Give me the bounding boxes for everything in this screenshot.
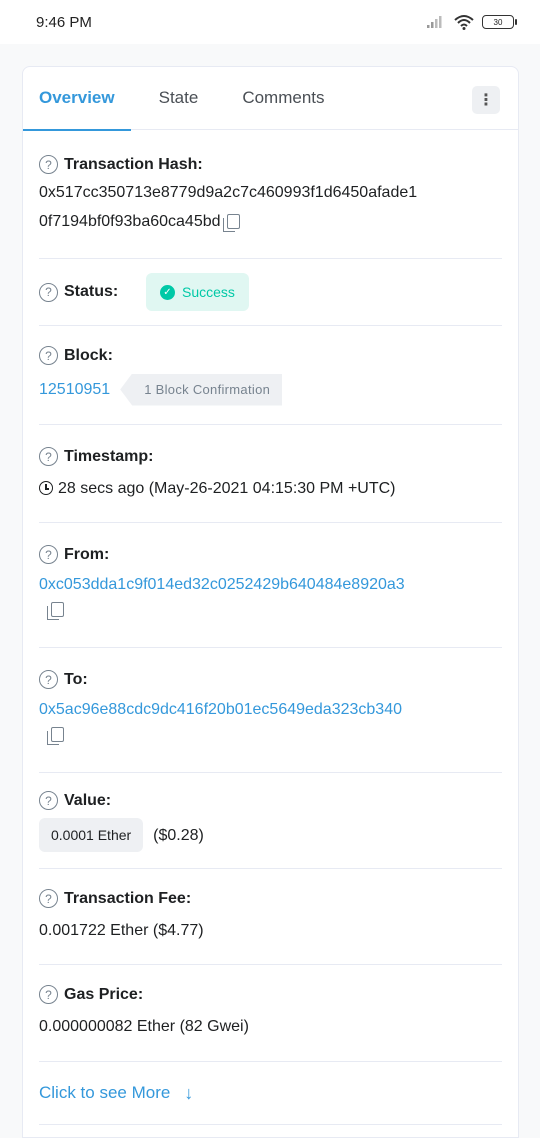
help-icon[interactable]: ? — [39, 670, 58, 689]
label-text: Value: — [64, 791, 112, 809]
copy-icon[interactable] — [47, 602, 64, 621]
tab-bar: Overview State Comments ⋮ — [23, 67, 518, 131]
row-gas-price: ? Gas Price: 0.000000082 Ether (82 Gwei) — [39, 965, 502, 1062]
help-icon[interactable]: ? — [39, 791, 58, 810]
status-badge: ✓ Success — [146, 273, 249, 311]
timestamp-value: 28 secs ago (May-26-2021 04:15:30 PM +UT… — [39, 472, 502, 505]
row-timestamp: ? Timestamp: 28 secs ago (May-26-2021 04… — [39, 425, 502, 523]
row-from: ? From: 0xc053dda1c9f014ed32c0252429b640… — [39, 523, 502, 648]
value-usd: ($0.28) — [153, 826, 204, 844]
tab-overview[interactable]: Overview — [23, 67, 131, 131]
battery-icon: 30 — [482, 15, 517, 29]
label-status: ? Status: — [39, 282, 146, 302]
row-to: ? To: 0x5ac96e88cdc9dc416f20b01ec5649eda… — [39, 648, 502, 773]
block-confirmation-badge: 1 Block Confirmation — [120, 373, 283, 406]
label-text: Status: — [64, 283, 119, 300]
label-transaction-hash: ? Transaction Hash: — [39, 155, 502, 174]
help-icon[interactable]: ? — [39, 155, 58, 174]
check-circle-icon: ✓ — [160, 284, 175, 300]
row-see-more: Click to see More ↓ — [39, 1062, 502, 1125]
row-transaction-hash: ? Transaction Hash: 0x517cc350713e8779d9… — [39, 130, 502, 259]
hash-line-2: 0f7194bf0f93ba60ca45bd — [39, 213, 221, 230]
copy-icon[interactable] — [222, 214, 240, 233]
gas-price-value: 0.000000082 Ether (82 Gwei) — [39, 1018, 249, 1035]
help-icon[interactable]: ? — [39, 545, 58, 564]
see-more-text: Click to see More — [39, 1083, 171, 1102]
battery-level: 30 — [493, 17, 503, 27]
help-icon[interactable]: ? — [39, 282, 58, 302]
label-gas-price: ? Gas Price: — [39, 985, 502, 1004]
row-transaction-fee: ? Transaction Fee: 0.001722 Ether ($4.77… — [39, 869, 502, 965]
arrow-down-icon: ↓ — [184, 1082, 194, 1103]
row-block: ? Block: 12510951 1 Block Confirmation — [39, 326, 502, 425]
status-text: Success — [182, 284, 235, 300]
label-to: ? To: — [39, 670, 502, 689]
copy-icon[interactable] — [47, 727, 64, 746]
transaction-fee-value: 0.001722 Ether ($4.77) — [39, 922, 204, 939]
from-address-link[interactable]: 0xc053dda1c9f014ed32c0252429b640484e8920… — [39, 568, 502, 601]
label-text: Timestamp: — [64, 447, 154, 465]
transaction-card: Overview State Comments ⋮ ? Transaction … — [22, 66, 519, 1138]
clock-icon — [39, 481, 53, 495]
row-value: ? Value: 0.0001 Ether ($0.28) — [39, 773, 502, 869]
status-bar: 9:46 PM 30 — [0, 0, 540, 44]
transaction-details: ? Transaction Hash: 0x517cc350713e8779d9… — [23, 130, 518, 1125]
row-status: ? Status: ✓ Success — [39, 259, 502, 326]
block-number-link[interactable]: 12510951 — [39, 373, 110, 406]
label-timestamp: ? Timestamp: — [39, 447, 502, 466]
clock-time: 9:46 PM — [36, 13, 92, 31]
label-text: To: — [64, 670, 88, 688]
label-block: ? Block: — [39, 346, 502, 365]
label-text: From: — [64, 545, 110, 563]
to-address-link[interactable]: 0x5ac96e88cdc9dc416f20b01ec5649eda323cb3… — [39, 693, 502, 726]
more-options-button[interactable]: ⋮ — [472, 86, 500, 114]
label-text: Transaction Fee: — [64, 889, 192, 907]
help-icon[interactable]: ? — [39, 447, 58, 466]
tab-comments[interactable]: Comments — [242, 67, 324, 130]
see-more-link[interactable]: Click to see More ↓ — [39, 1062, 502, 1124]
label-from: ? From: — [39, 545, 502, 564]
hash-line-1: 0x517cc350713e8779d9a2c7c460993f1d6450af… — [39, 184, 418, 201]
status-icons: 30 — [426, 14, 517, 30]
label-text: Block: — [64, 346, 113, 364]
help-icon[interactable]: ? — [39, 985, 58, 1004]
label-value: ? Value: — [39, 791, 502, 810]
label-text: Transaction Hash: — [64, 155, 203, 173]
timestamp-text: 28 secs ago (May-26-2021 04:15:30 PM +UT… — [58, 480, 396, 497]
transaction-hash-value: 0x517cc350713e8779d9a2c7c460993f1d6450af… — [39, 178, 502, 236]
help-icon[interactable]: ? — [39, 346, 58, 365]
tab-state[interactable]: State — [159, 67, 199, 130]
signal-icon — [427, 16, 442, 28]
value-ether-badge: 0.0001 Ether — [39, 818, 144, 852]
label-text: Gas Price: — [64, 985, 144, 1003]
kebab-menu-icon: ⋮ — [478, 92, 494, 109]
wifi-icon — [454, 15, 474, 30]
label-transaction-fee: ? Transaction Fee: — [39, 889, 502, 908]
help-icon[interactable]: ? — [39, 889, 58, 908]
